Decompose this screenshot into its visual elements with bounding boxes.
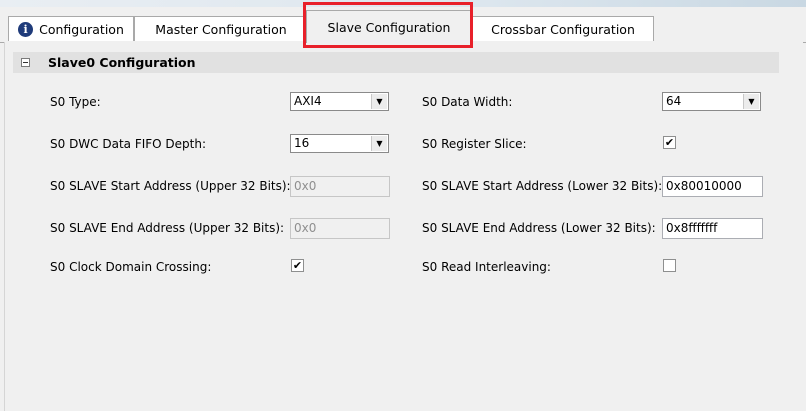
s0-start-upper-input: 0x0 [290,176,390,197]
s0-type-select[interactable]: AXI4 ▼ [290,92,389,111]
tab-slave-configuration[interactable]: Slave Configuration [306,10,472,43]
s0-clock-domain-crossing-checkbox[interactable]: ✔ [291,259,304,272]
section-header[interactable]: Slave0 Configuration [13,52,779,73]
s0-end-upper-input: 0x0 [290,218,390,239]
tab-label: Master Configuration [155,21,287,37]
section-title: Slave0 Configuration [48,55,196,70]
s0-start-upper-label: S0 SLAVE Start Address (Upper 32 Bits): [50,179,291,193]
collapse-icon[interactable] [21,58,30,67]
chevron-down-icon[interactable]: ▼ [371,94,387,109]
select-value: 64 [666,94,682,108]
select-value: 16 [294,136,310,150]
slave-config-panel: Slave0 Configuration S0 Type: AXI4 ▼ S0 … [4,42,803,411]
tab-label: Configuration [39,21,124,37]
s0-end-upper-label: S0 SLAVE End Address (Upper 32 Bits): [50,221,285,235]
select-value: AXI4 [294,94,322,108]
s0-read-interleaving-label: S0 Read Interleaving: [422,260,551,274]
tab-bar: i Configuration Master Configuration Sla… [0,7,806,43]
s0-register-slice-label: S0 Register Slice: [422,137,527,151]
tab-crossbar-configuration[interactable]: Crossbar Configuration [472,16,654,41]
s0-start-lower-input[interactable]: 0x80010000 [662,176,763,197]
s0-dwc-fifo-depth-select[interactable]: 16 ▼ [290,134,389,153]
s0-start-lower-label: S0 SLAVE Start Address (Lower 32 Bits): [422,179,663,193]
info-icon: i [18,21,34,37]
tab-configuration[interactable]: i Configuration [8,16,134,41]
tab-master-configuration[interactable]: Master Configuration [134,16,308,41]
s0-dwc-fifo-depth-label: S0 DWC Data FIFO Depth: [50,137,207,151]
s0-data-width-label: S0 Data Width: [422,95,513,109]
s0-end-lower-label: S0 SLAVE End Address (Lower 32 Bits): [422,221,656,235]
s0-clock-domain-crossing-label: S0 Clock Domain Crossing: [50,260,212,274]
window-top-strip [0,0,806,7]
tab-label: Slave Configuration [327,19,451,35]
s0-data-width-select[interactable]: 64 ▼ [662,92,761,111]
s0-type-label: S0 Type: [50,95,101,109]
tab-label: Crossbar Configuration [491,21,635,37]
s0-read-interleaving-checkbox[interactable] [663,259,676,272]
s0-end-lower-input[interactable]: 0x8fffffff [662,218,763,239]
chevron-down-icon[interactable]: ▼ [743,94,759,109]
s0-register-slice-checkbox[interactable]: ✔ [663,136,676,149]
chevron-down-icon[interactable]: ▼ [371,136,387,151]
